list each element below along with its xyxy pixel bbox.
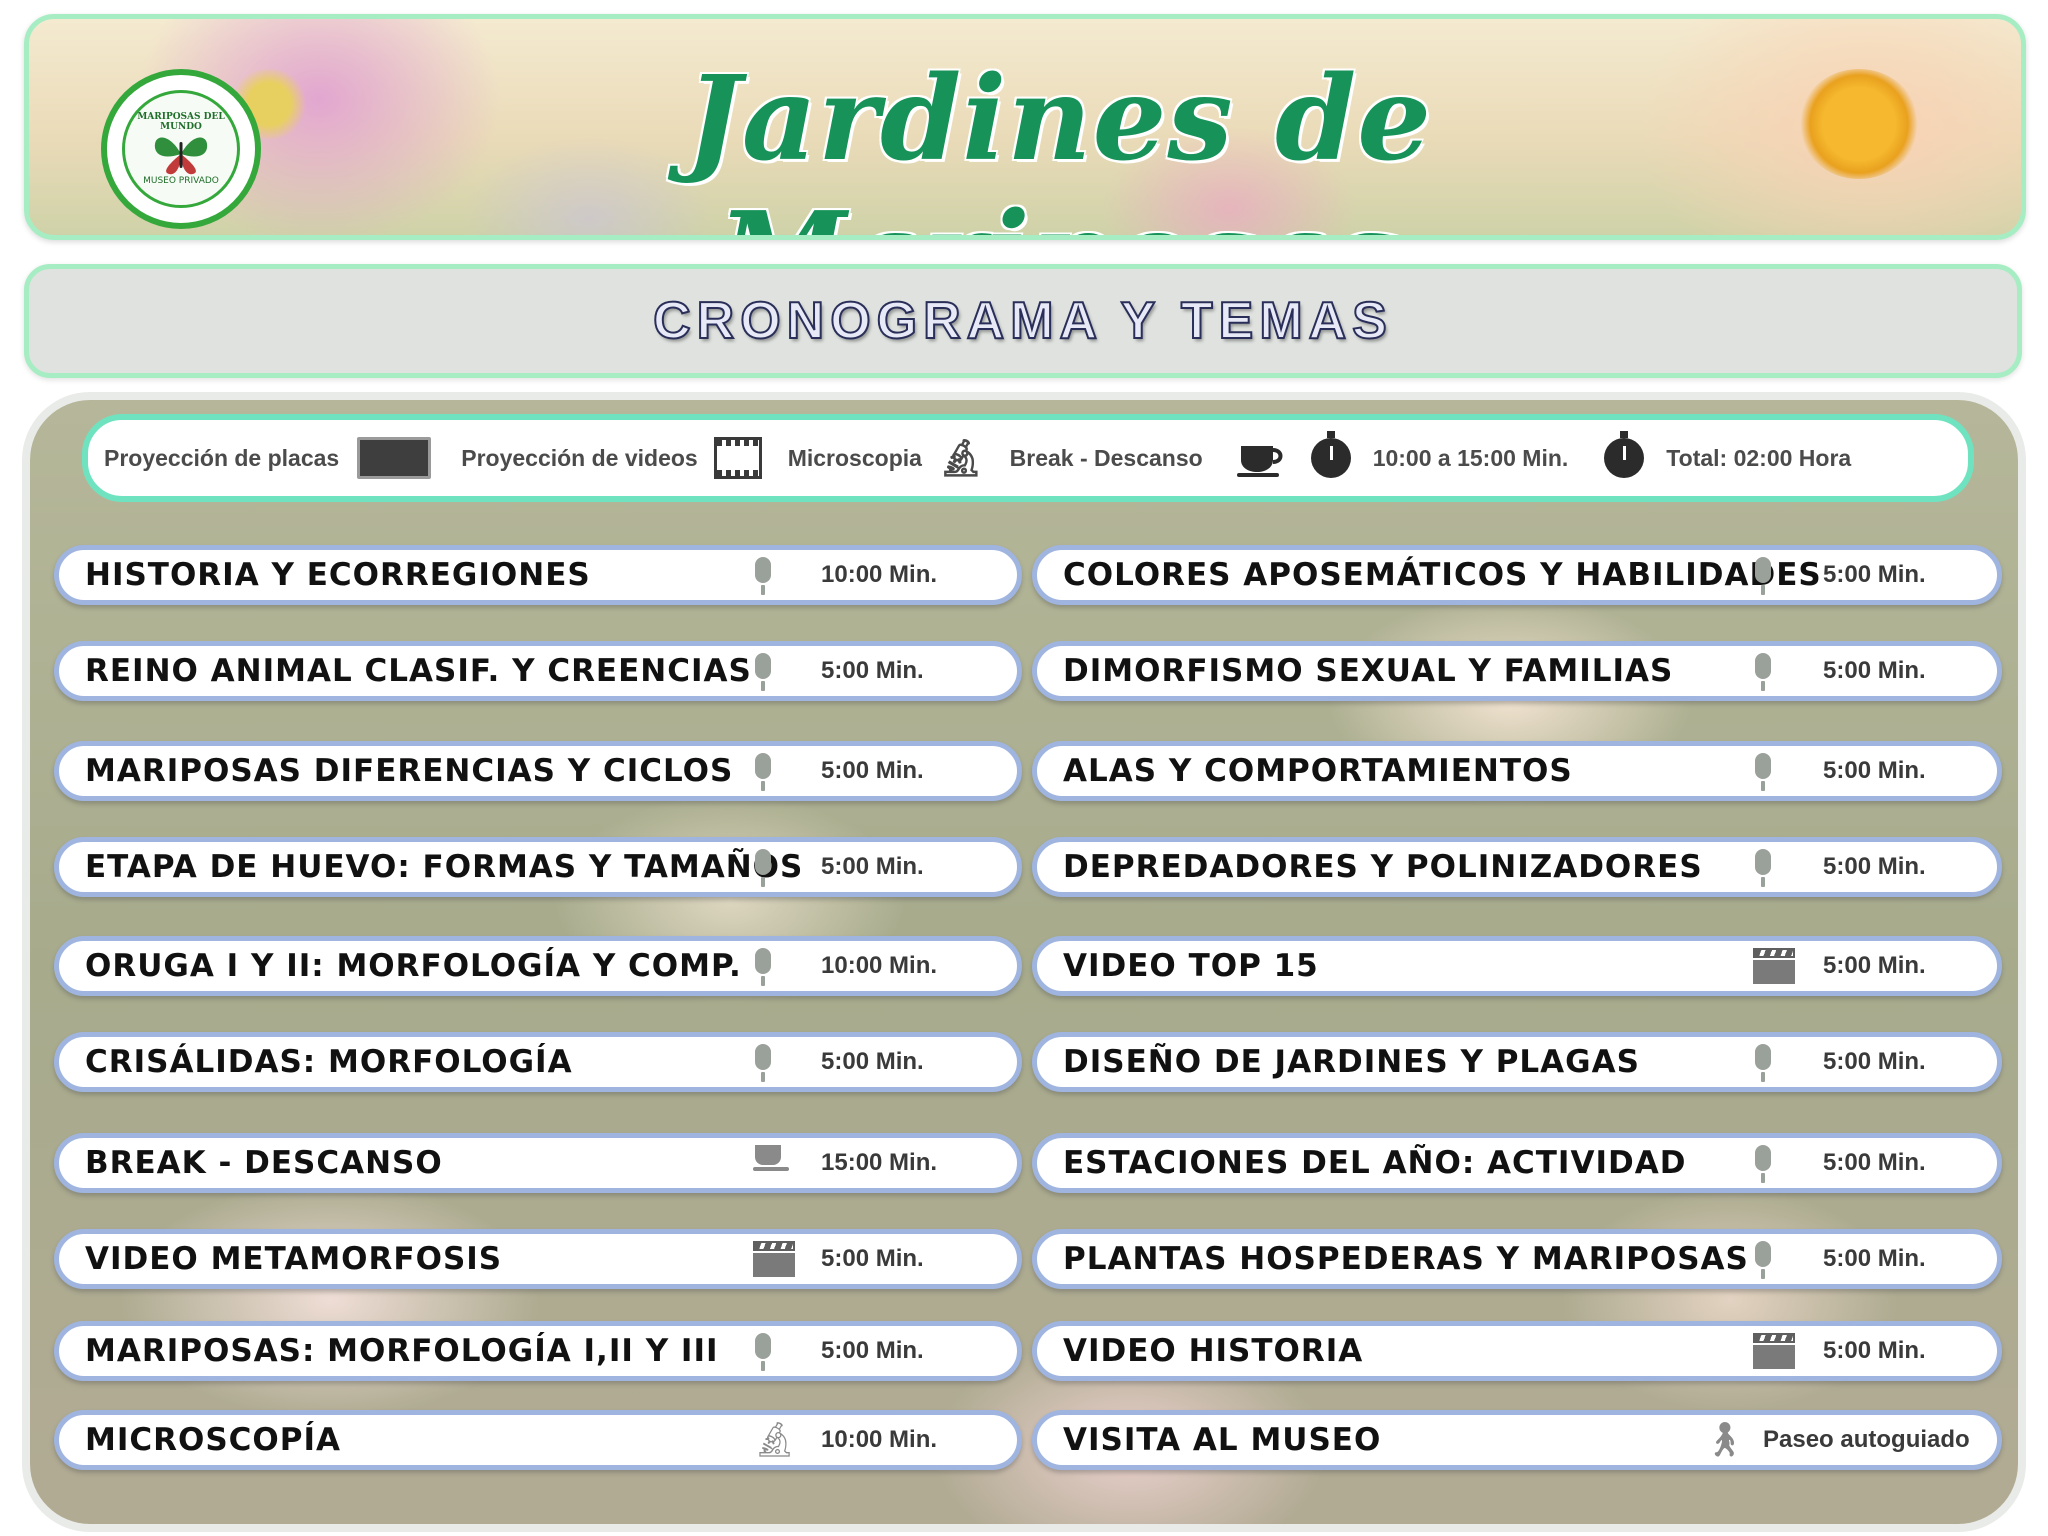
duration-label: 5:00 Min.: [821, 657, 924, 684]
topic-label: PLANTAS HOSPEDERAS Y MARIPOSAS: [1063, 1241, 1749, 1277]
schedule-row: VIDEO TOP 15 5:00 Min.: [1032, 936, 2002, 996]
duration-label: 5:00 Min.: [1823, 1337, 1926, 1364]
schedule-row: PLANTAS HOSPEDERAS Y MARIPOSAS 5:00 Min.: [1032, 1229, 2002, 1289]
topic-label: REINO ANIMAL CLASIF. Y CREENCIAS: [85, 653, 752, 689]
legend-label: Microscopia: [787, 444, 922, 471]
topic-label: MARIPOSAS: MORFOLOGÍA I,II Y III: [85, 1333, 719, 1369]
topic-label: MARIPOSAS DIFERENCIAS Y CICLOS: [85, 753, 734, 789]
topic-label: ETAPA DE HUEVO: FORMAS Y TAMAÑOS: [85, 849, 804, 885]
schedule-row: DEPREDADORES Y POLINIZADORES 5:00 Min.: [1032, 837, 2002, 897]
logo-text-top: MARIPOSAS DEL MUNDO: [137, 112, 225, 132]
logo-text-bottom: MUSEO PRIVADO: [143, 176, 219, 186]
schedule-row: ETAPA DE HUEVO: FORMAS Y TAMAÑOS 5:00 Min…: [54, 837, 1022, 897]
legend-item-slides: Proyección de placas: [104, 437, 432, 479]
duration-label: 5:00 Min.: [821, 1048, 924, 1075]
topic-label: DIMORFISMO SEXUAL Y FAMILIAS: [1063, 653, 1674, 689]
legend-item-break: Break - Descanso: [1010, 438, 1285, 478]
duration-label: Paseo autoguiado: [1763, 1426, 1970, 1453]
schedule-row: VIDEO HISTORIA 5:00 Min.: [1032, 1321, 2002, 1381]
topic-label: COLORES APOSEMÁTICOS Y HABILIDADES: [1063, 557, 1822, 593]
topic-label: ESTACIONES DEL AÑO: ACTIVIDAD: [1063, 1145, 1687, 1181]
film-icon: [713, 437, 762, 479]
duration-label: 5:00 Min.: [821, 853, 924, 880]
stopwatch-icon: [1604, 431, 1645, 478]
schedule-row: MICROSCOPÍA 🔬︎ 10:00 Min.: [54, 1410, 1022, 1470]
header-banner: MARIPOSAS DEL MUNDO MUSEO PRIVADO Jardin…: [24, 14, 2026, 240]
row-icon-wrapper: 🚶︎: [1703, 1422, 1746, 1458]
walking-person-icon: 🚶︎: [1703, 1420, 1747, 1460]
screen-icon: [357, 437, 432, 479]
duration-label: 5:00 Min.: [821, 757, 924, 784]
topic-label: ORUGA I Y II: MORFOLOGÍA Y COMP.: [85, 948, 742, 984]
microscope-icon: 🔬︎: [753, 1420, 797, 1460]
schedule-row: COLORES APOSEMÁTICOS Y HABILIDADES 5:00 M…: [1032, 545, 2002, 605]
butterfly-icon: [154, 137, 208, 175]
legend-label: Total: 02:00 Hora: [1666, 444, 1852, 471]
topic-label: VIDEO METAMORFOSIS: [85, 1241, 503, 1277]
row-icon-wrapper: 🔬︎: [753, 1422, 796, 1458]
duration-label: 5:00 Min.: [1823, 1149, 1926, 1176]
subtitle-bar: CRONOGRAMA Y TEMAS: [24, 264, 2022, 378]
schedule-row: DIMORFISMO SEXUAL Y FAMILIAS 5:00 Min.: [1032, 641, 2002, 701]
topic-label: BREAK - DESCANSO: [85, 1145, 443, 1181]
topic-label: MICROSCOPÍA: [85, 1422, 342, 1458]
microscope-icon: 🔬︎: [937, 437, 984, 478]
duration-label: 5:00 Min.: [1823, 657, 1926, 684]
schedule-row: MARIPOSAS DIFERENCIAS Y CICLOS 5:00 Min.: [54, 741, 1022, 801]
schedule-row: MARIPOSAS: MORFOLOGÍA I,II Y III 5:00 Min…: [54, 1321, 1022, 1381]
duration-label: 5:00 Min.: [1823, 757, 1926, 784]
legend-label: Break - Descanso: [1009, 444, 1203, 471]
legend-label: Proyección de placas: [104, 444, 340, 471]
legend-bar: Proyección de placas Proyección de video…: [82, 414, 1974, 502]
duration-label: 5:00 Min.: [1823, 1048, 1926, 1075]
legend-item-duration: 10:00 a 15:00 Min.: [1310, 431, 1569, 478]
legend-label: Proyección de videos: [461, 444, 698, 471]
topic-label: DEPREDADORES Y POLINIZADORES: [1063, 849, 1703, 885]
topic-label: VISITA AL MUSEO: [1063, 1422, 1382, 1458]
schedule-row: HISTORIA Y ECORREGIONES 10:00 Min.: [54, 545, 1022, 605]
schedule-row: VISITA AL MUSEO 🚶︎ Paseo autoguiado: [1032, 1410, 2002, 1470]
schedule-row: ALAS Y COMPORTAMIENTOS 5:00 Min.: [1032, 741, 2002, 801]
flower-decoration: [1799, 69, 1919, 179]
duration-label: 5:00 Min.: [1823, 1245, 1926, 1272]
coffee-cup-icon: [1236, 446, 1283, 477]
stopwatch-icon: [1310, 431, 1351, 478]
duration-label: 5:00 Min.: [1823, 853, 1926, 880]
schedule-row: VIDEO METAMORFOSIS 5:00 Min.: [54, 1229, 1022, 1289]
topic-label: ALAS Y COMPORTAMIENTOS: [1063, 753, 1573, 789]
schedule-row: BREAK - DESCANSO 15:00 Min.: [54, 1133, 1022, 1193]
schedule-row: ESTACIONES DEL AÑO: ACTIVIDAD 5:00 Min.: [1032, 1133, 2002, 1193]
legend-label: 10:00 a 15:00 Min.: [1372, 444, 1569, 471]
subtitle: CRONOGRAMA Y TEMAS: [652, 291, 1393, 351]
duration-label: 5:00 Min.: [821, 1245, 924, 1272]
duration-label: 15:00 Min.: [821, 1149, 938, 1176]
duration-label: 10:00 Min.: [821, 1426, 938, 1453]
schedule-row: ORUGA I Y II: MORFOLOGÍA Y COMP. 10:00 Mi…: [54, 936, 1022, 996]
topic-label: CRISÁLIDAS: MORFOLOGÍA: [85, 1044, 573, 1080]
topic-label: DISEÑO DE JARDINES Y PLAGAS: [1063, 1044, 1640, 1080]
schedule-row: CRISÁLIDAS: MORFOLOGÍA 5:00 Min.: [54, 1032, 1022, 1092]
duration-label: 10:00 Min.: [821, 561, 938, 588]
legend-item-microscopy: Microscopia 🔬︎: [788, 440, 984, 476]
duration-label: 5:00 Min.: [1823, 952, 1926, 979]
museum-logo: MARIPOSAS DEL MUNDO MUSEO PRIVADO: [101, 69, 261, 229]
topic-label: VIDEO TOP 15: [1063, 948, 1319, 984]
page-title: Jardines de Mariposas: [685, 51, 1433, 235]
legend-item-total: Total: 02:00 Hora: [1604, 431, 1852, 478]
duration-label: 5:00 Min.: [821, 1337, 924, 1364]
topic-label: HISTORIA Y ECORREGIONES: [85, 557, 591, 593]
duration-label: 5:00 Min.: [1823, 561, 1926, 588]
topic-label: VIDEO HISTORIA: [1063, 1333, 1364, 1369]
schedule-row: DISEÑO DE JARDINES Y PLAGAS 5:00 Min.: [1032, 1032, 2002, 1092]
legend-item-videos: Proyección de videos: [461, 437, 762, 479]
duration-label: 10:00 Min.: [821, 952, 938, 979]
schedule-row: REINO ANIMAL CLASIF. Y CREENCIAS 5:00 Min…: [54, 641, 1022, 701]
